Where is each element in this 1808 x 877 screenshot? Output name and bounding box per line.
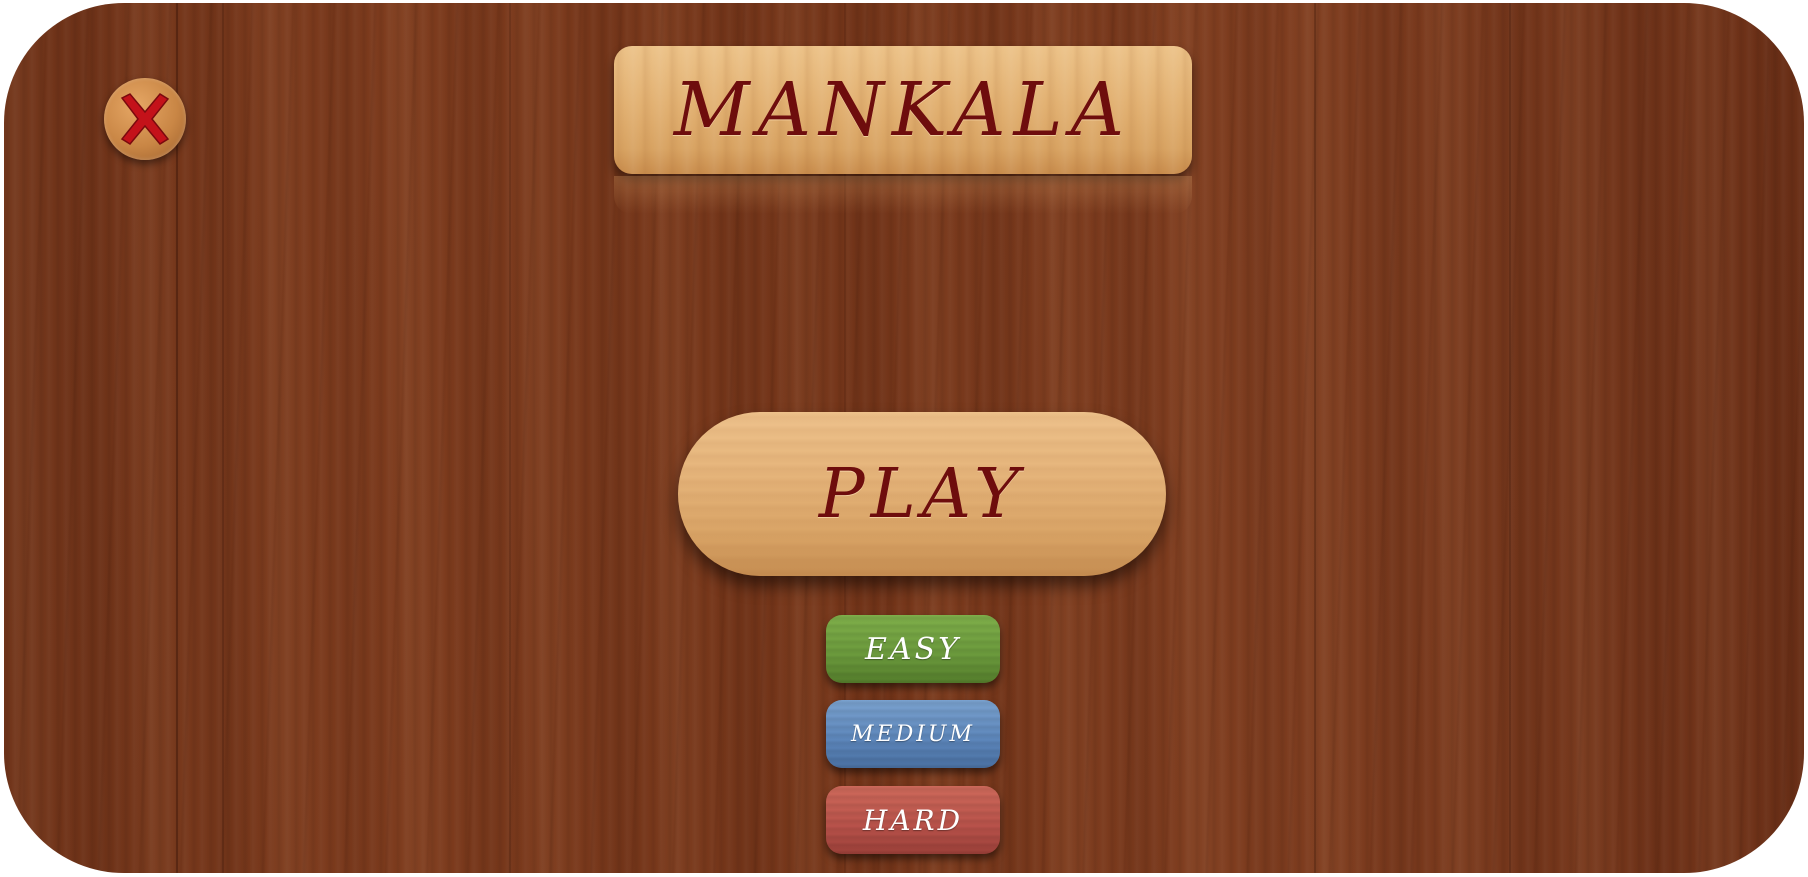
easy-label: EASY <box>865 631 961 667</box>
wood-grain-line <box>1314 3 1316 873</box>
wood-grain-line <box>509 3 511 873</box>
game-title: MANKALA <box>673 67 1133 153</box>
hard-button[interactable]: HARD <box>826 786 1000 854</box>
wood-grain-line <box>222 3 224 873</box>
title-reflection <box>614 176 1192 214</box>
play-button[interactable]: PLAY <box>678 412 1166 576</box>
easy-button[interactable]: EASY <box>826 615 1000 683</box>
title-plank: MANKALA <box>614 46 1192 174</box>
wood-grain-line <box>1509 3 1511 873</box>
close-icon <box>120 93 170 145</box>
medium-button[interactable]: MEDIUM <box>826 700 1000 768</box>
medium-label: MEDIUM <box>851 721 975 747</box>
hard-label: HARD <box>862 803 964 837</box>
close-button[interactable] <box>104 78 186 160</box>
play-label: PLAY <box>818 454 1026 534</box>
